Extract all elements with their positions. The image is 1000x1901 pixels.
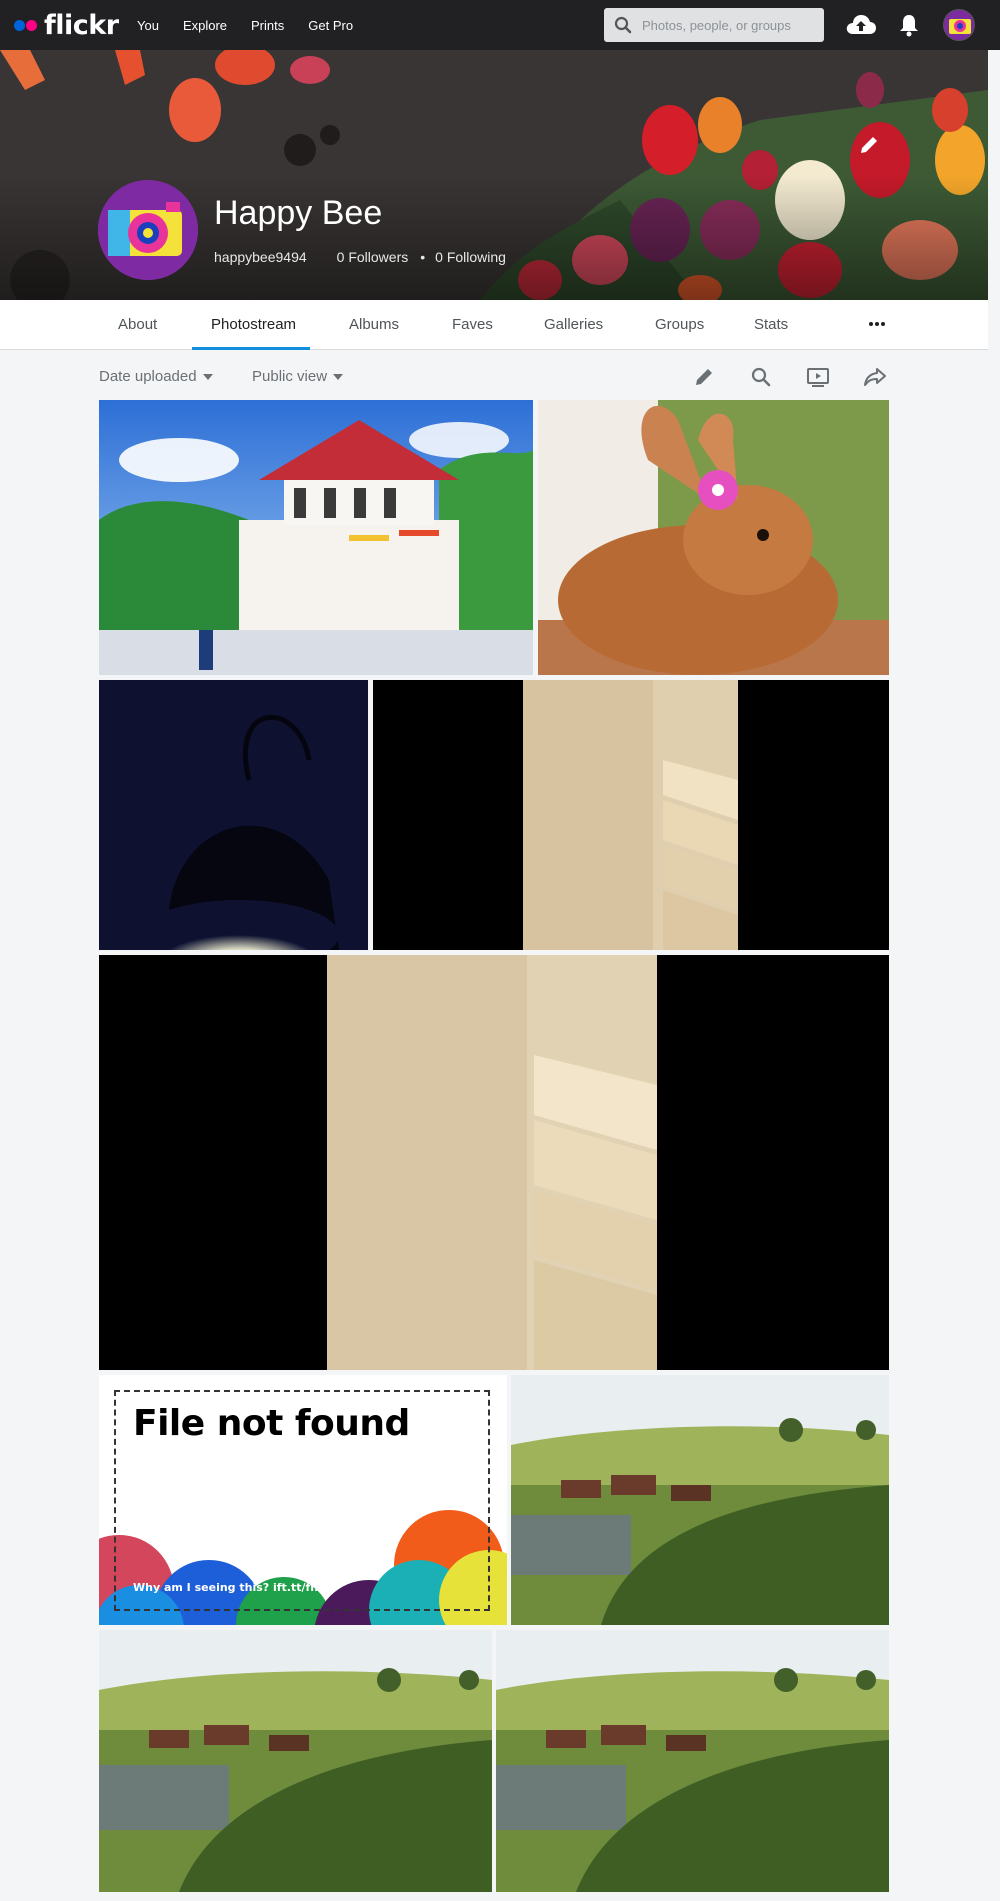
view-dropdown[interactable]: Public view [252, 362, 344, 392]
flickr-logo[interactable]: flickr [14, 8, 119, 42]
profile-name: Happy Bee [214, 194, 383, 232]
upload-icon[interactable] [845, 12, 877, 36]
slideshow-icon[interactable] [806, 366, 830, 388]
tab-galleries[interactable]: Galleries [544, 300, 603, 350]
file-not-found-subtitle: Why am I seeing this? ift.tt/fnf [133, 1581, 323, 1594]
photo-rabbit[interactable] [538, 400, 889, 675]
sort-dropdown[interactable]: Date uploaded [99, 362, 213, 392]
nav-link-you[interactable]: You [137, 18, 159, 33]
notifications-bell-icon[interactable] [898, 13, 920, 37]
profile-username: happybee9494 [214, 249, 307, 265]
nav-link-prints[interactable]: Prints [251, 18, 284, 33]
meta-separator: • [420, 249, 426, 265]
photo-lamp[interactable] [99, 680, 368, 950]
search-icon[interactable] [750, 366, 772, 388]
sort-label: Date uploaded [99, 368, 197, 385]
tab-stats[interactable]: Stats [754, 300, 788, 350]
main-nav: You Explore Prints Get Pro [137, 0, 377, 50]
followers-count[interactable]: 0 Followers [337, 249, 409, 265]
profile-avatar[interactable] [98, 180, 198, 280]
photo-hobbiton-2[interactable] [99, 1630, 492, 1892]
brand-name: flickr [44, 9, 119, 41]
search-box[interactable] [604, 8, 824, 42]
photo-cabinet-closeup[interactable] [99, 955, 889, 1370]
tab-faves[interactable]: Faves [452, 300, 493, 350]
chevron-down-icon [333, 374, 344, 381]
photo-temple[interactable] [99, 400, 533, 675]
edit-cover-pencil-icon[interactable] [858, 134, 880, 156]
share-icon[interactable] [863, 366, 887, 388]
photo-hobbiton-1[interactable] [511, 1375, 889, 1625]
photo-cabinet[interactable] [373, 680, 889, 950]
file-not-found-title: File not found [133, 1403, 410, 1444]
tab-photostream[interactable]: Photostream [211, 300, 296, 350]
chevron-down-icon [202, 374, 213, 381]
pink-dot-icon [26, 19, 37, 31]
following-count[interactable]: 0 Following [435, 249, 506, 265]
user-avatar[interactable] [943, 9, 975, 41]
nav-link-explore[interactable]: Explore [183, 18, 227, 33]
tab-albums[interactable]: Albums [349, 300, 399, 350]
tab-about[interactable]: About [118, 300, 157, 350]
blue-dot-icon [14, 19, 25, 31]
photo-file-not-found[interactable]: File not found Why am I seeing this? ift… [99, 1375, 507, 1625]
tab-groups[interactable]: Groups [655, 300, 704, 350]
more-options-icon[interactable] [868, 318, 886, 330]
photo-hobbiton-3[interactable] [496, 1630, 889, 1892]
profile-tabs: About Photostream Albums Faves Galleries… [0, 300, 988, 350]
active-tab-indicator [192, 347, 310, 350]
photostream-toolbar: Date uploaded Public view [99, 362, 889, 392]
nav-link-get-pro[interactable]: Get Pro [308, 18, 353, 33]
search-input[interactable] [642, 17, 812, 33]
cover-photo: Happy Bee happybee9494 0 Followers • 0 F… [0, 50, 988, 300]
search-icon[interactable] [614, 16, 632, 34]
top-navbar: flickr You Explore Prints Get Pro [0, 0, 1000, 50]
view-label: Public view [252, 368, 328, 385]
profile-meta: happybee9494 0 Followers • 0 Following [214, 249, 536, 265]
edit-pencil-icon[interactable] [693, 366, 715, 388]
